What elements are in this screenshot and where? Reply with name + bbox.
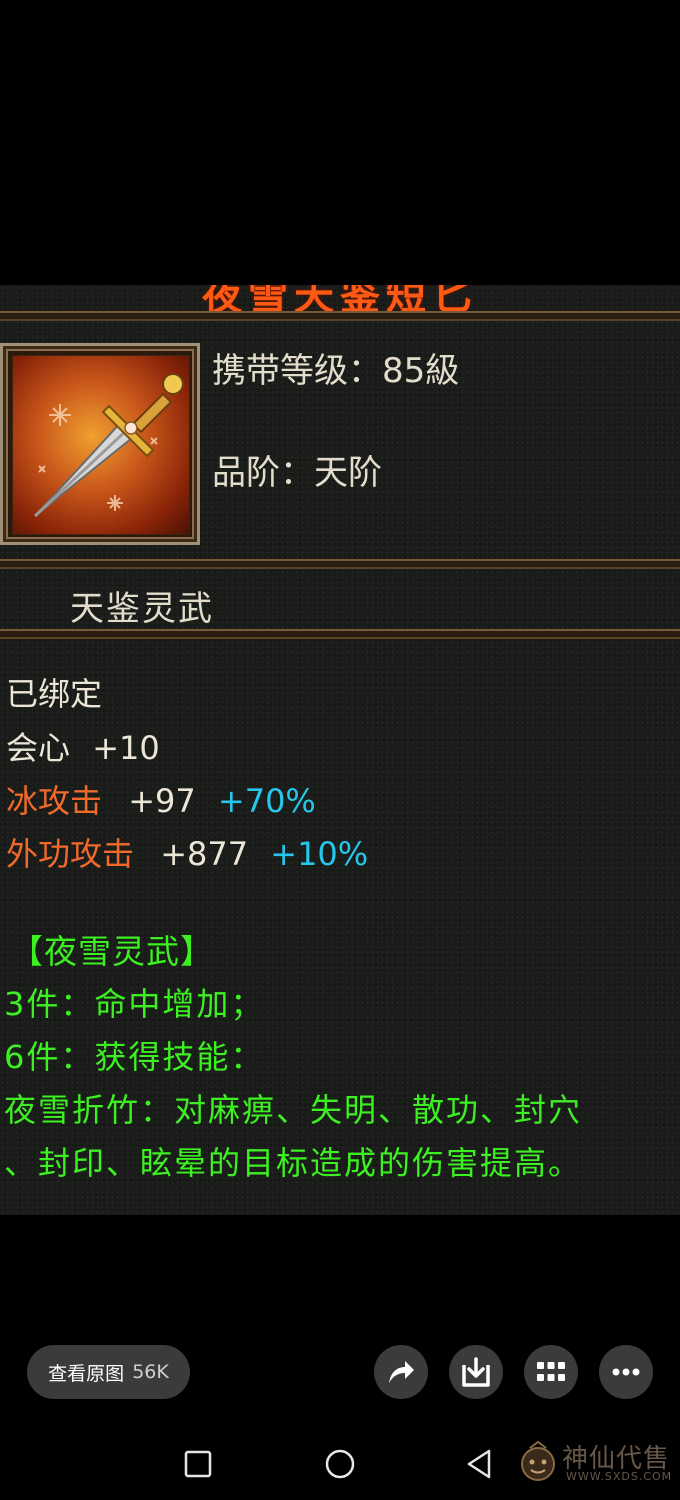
carry-level-text: 携带等级：85級 bbox=[212, 351, 460, 391]
snow-dagger-icon bbox=[12, 355, 190, 535]
set-bonus-line: 6件：获得技能： bbox=[4, 1038, 265, 1076]
download-button[interactable] bbox=[449, 1345, 503, 1399]
grade-text: 品阶：天阶 bbox=[212, 453, 382, 493]
item-icon-frame bbox=[0, 343, 200, 545]
attribute-bonus: +70% bbox=[217, 782, 316, 820]
attribute-label: 会心 bbox=[6, 729, 71, 767]
watermark-url: WWW.SXDS.COM bbox=[566, 1470, 673, 1483]
view-original-button[interactable]: 查看原图 56K bbox=[27, 1345, 190, 1399]
watermark: 神仙代售 WWW.SXDS.COM bbox=[516, 1438, 676, 1490]
divider bbox=[0, 311, 680, 321]
set-title: 【夜雪灵武】 bbox=[10, 932, 214, 971]
share-arrow-icon bbox=[389, 1361, 414, 1383]
more-button[interactable] bbox=[599, 1345, 653, 1399]
view-original-label: 查看原图 bbox=[48, 1362, 125, 1385]
bound-status: 已绑定 bbox=[6, 675, 103, 713]
divider bbox=[0, 629, 680, 639]
grid-button[interactable] bbox=[524, 1345, 578, 1399]
attribute-row: 冰攻击 +97 +70% bbox=[6, 776, 316, 822]
divider bbox=[0, 559, 680, 569]
home-button[interactable] bbox=[322, 1446, 358, 1482]
set-bonus-line: 夜雪折竹：对麻痹、失明、散功、封穴 bbox=[4, 1091, 583, 1129]
set-bonus-line: 3件：命中增加； bbox=[4, 985, 265, 1023]
recent-apps-button[interactable] bbox=[180, 1446, 216, 1482]
back-button[interactable] bbox=[462, 1446, 498, 1482]
set-bonus-line: 、封印、眩晕的目标造成的伤害提高。 bbox=[4, 1144, 583, 1182]
watermark-logo-icon bbox=[521, 1440, 555, 1481]
more-icon bbox=[612, 1368, 640, 1376]
download-icon bbox=[462, 1357, 490, 1387]
item-subtitle: 天鉴灵武 bbox=[70, 589, 214, 629]
attribute-value: +877 bbox=[160, 835, 249, 873]
share-button[interactable] bbox=[374, 1345, 428, 1399]
original-size-label: 56K bbox=[132, 1361, 169, 1383]
attribute-value: +97 bbox=[128, 782, 196, 820]
attribute-value: +10 bbox=[92, 729, 160, 767]
attribute-label: 外功攻击 bbox=[6, 835, 135, 873]
attribute-row: 会心 +10 bbox=[6, 723, 160, 769]
grid-icon bbox=[537, 1362, 565, 1381]
attribute-row: 外功攻击 +877 +10% bbox=[6, 829, 368, 875]
attribute-label: 冰攻击 bbox=[6, 782, 103, 820]
item-tooltip-panel: 夜雪天鉴短匕 携带等级：85級 品阶：天阶 天鉴灵武 已绑定 会心 +10 冰攻… bbox=[0, 285, 680, 1215]
attribute-bonus: +10% bbox=[270, 835, 369, 873]
